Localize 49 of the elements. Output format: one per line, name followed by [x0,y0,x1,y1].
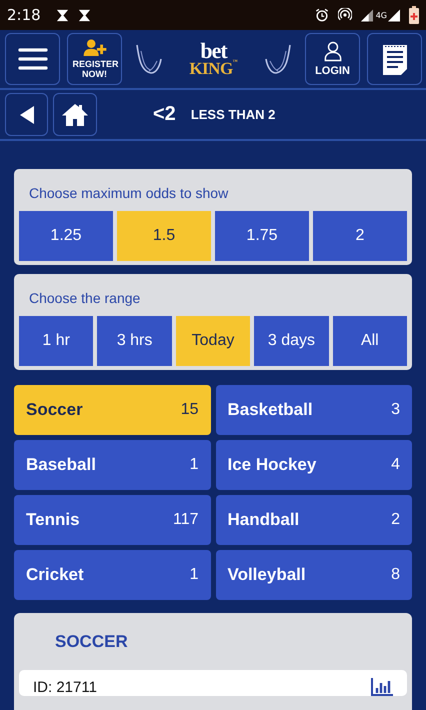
back-icon [20,106,34,124]
hotspot-icon [338,8,352,22]
filter-option[interactable]: 1.25 [19,211,113,261]
signal-icon [360,8,373,22]
filter-option[interactable]: Today [176,316,250,366]
home-button[interactable] [53,93,97,136]
horn-drawing [264,43,292,75]
alarm-icon [314,8,329,22]
sport-button[interactable]: Handball 2 [216,495,412,545]
logo-text: bet [200,41,227,62]
menu-icon [18,47,48,71]
filter-option[interactable]: 1.75 [215,211,309,261]
sport-button[interactable]: Cricket 1 [14,550,210,600]
login-button[interactable]: LOGIN [305,33,360,85]
back-button[interactable] [5,93,48,136]
sport-button[interactable]: Soccer 15 [14,385,210,435]
filter-option[interactable]: 1 hr [19,316,94,366]
panel-title: Choose the range [28,289,142,308]
battery-icon [409,6,419,24]
betslip-button[interactable] [367,33,422,85]
page-title: LESS THAN 2 [190,107,276,122]
panel-title: Choose maximum odds to show [28,184,230,203]
odds-symbol: <2 [153,103,176,126]
filter-option[interactable]: 2 [313,211,407,261]
add-user-icon [82,39,106,56]
menu-button[interactable] [5,33,60,85]
register-button[interactable]: REGISTER NOW! [67,33,122,85]
section-title: SOCCER [54,631,129,653]
logo-text: KING [189,61,233,77]
hourglass-icon [78,8,91,22]
status-time: 2:18 [7,6,41,24]
horn-drawing [135,43,163,75]
filter-option[interactable]: 3 hrs [97,316,172,366]
sport-button[interactable]: Baseball 1 [14,440,210,490]
signal-icon [388,8,400,22]
sport-button[interactable]: Ice Hockey 4 [216,440,412,490]
filter-option[interactable]: All [332,316,408,366]
network-label: 4G [376,11,387,20]
sport-button[interactable]: Tennis 117 [14,495,210,545]
filter-option[interactable]: 3 days [254,316,329,366]
user-icon [324,41,342,62]
stats-icon[interactable] [371,678,393,696]
sport-button[interactable]: Basketball 3 [216,385,412,435]
filter-option[interactable]: 1.5 [117,211,211,261]
hourglass-icon [56,8,69,22]
event-id: ID: 21711 [33,678,97,696]
sport-button[interactable]: Volleyball 8 [216,550,412,600]
notepad-icon [382,43,408,75]
home-icon [61,102,89,126]
